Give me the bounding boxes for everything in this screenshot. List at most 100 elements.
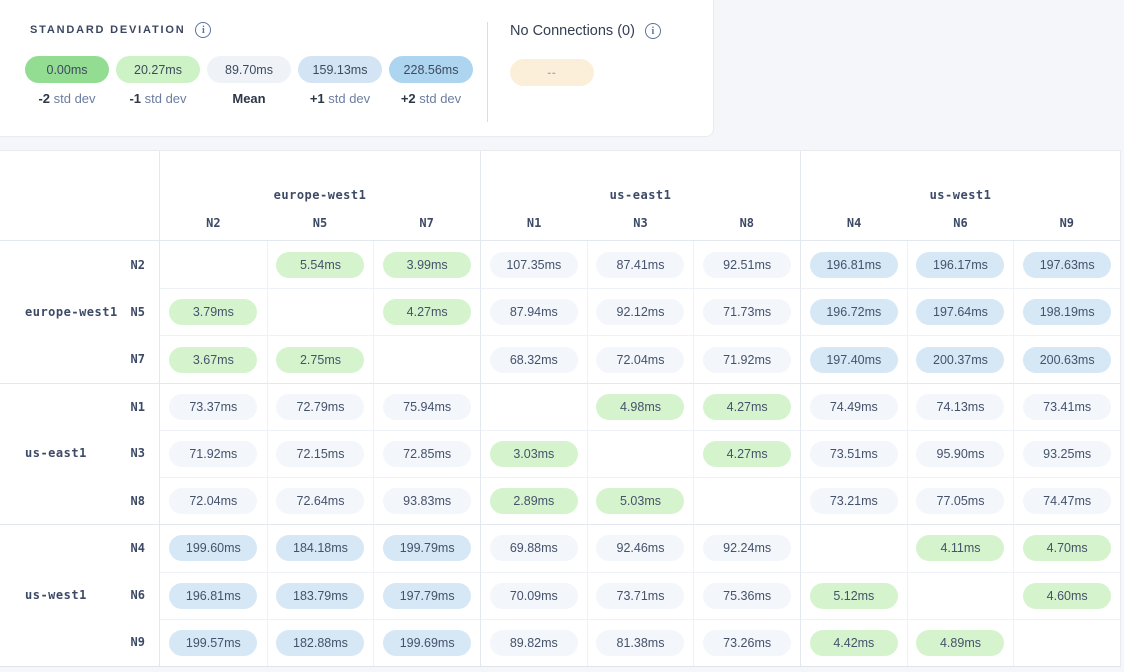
- latency-pill[interactable]: 200.37ms: [916, 347, 1004, 373]
- latency-cell: 72.79ms: [267, 383, 374, 430]
- latency-pill[interactable]: 5.54ms: [276, 252, 364, 278]
- latency-pill[interactable]: 72.64ms: [276, 488, 364, 514]
- latency-pill[interactable]: 87.41ms: [596, 252, 684, 278]
- latency-pill[interactable]: 183.79ms: [276, 583, 364, 609]
- latency-pill[interactable]: 73.21ms: [810, 488, 898, 514]
- latency-pill[interactable]: 196.17ms: [916, 252, 1004, 278]
- latency-pill[interactable]: 197.40ms: [810, 347, 898, 373]
- latency-pill[interactable]: 70.09ms: [490, 583, 578, 609]
- latency-pill[interactable]: 196.81ms: [810, 252, 898, 278]
- latency-pill[interactable]: 197.64ms: [916, 299, 1004, 325]
- latency-cell: 75.94ms: [373, 383, 480, 430]
- latency-pill[interactable]: 3.03ms: [490, 441, 578, 467]
- latency-cell: 4.27ms: [693, 383, 800, 430]
- latency-cell: 72.04ms: [587, 335, 694, 382]
- latency-cell: 4.42ms: [800, 619, 907, 666]
- latency-pill[interactable]: 4.27ms: [383, 299, 471, 325]
- latency-pill[interactable]: 73.41ms: [1023, 394, 1111, 420]
- column-node-labels: N2N5N7: [160, 216, 480, 230]
- latency-cell: 72.64ms: [267, 477, 374, 524]
- latency-pill[interactable]: 4.98ms: [596, 394, 684, 420]
- latency-cell-self: [160, 241, 267, 288]
- latency-pill[interactable]: 197.63ms: [1023, 252, 1111, 278]
- latency-pill[interactable]: 4.70ms: [1023, 535, 1111, 561]
- latency-pill[interactable]: 72.04ms: [169, 488, 257, 514]
- column-group-europe-west1: europe-west1N2N5N7: [160, 151, 480, 241]
- latency-pill[interactable]: 77.05ms: [916, 488, 1004, 514]
- latency-cell: 200.37ms: [907, 335, 1014, 382]
- column-node-label: N6: [907, 216, 1013, 230]
- latency-pill[interactable]: 199.57ms: [169, 630, 257, 656]
- latency-cell: 74.49ms: [800, 383, 907, 430]
- latency-pill[interactable]: 2.89ms: [490, 488, 578, 514]
- latency-pill[interactable]: 199.79ms: [383, 535, 471, 561]
- latency-pill[interactable]: 74.47ms: [1023, 488, 1111, 514]
- info-icon[interactable]: i: [195, 22, 211, 38]
- latency-pill[interactable]: 75.94ms: [383, 394, 471, 420]
- latency-pill[interactable]: 182.88ms: [276, 630, 364, 656]
- latency-pill[interactable]: 4.27ms: [703, 441, 791, 467]
- latency-cell: 92.51ms: [693, 241, 800, 288]
- latency-pill[interactable]: 3.67ms: [169, 347, 257, 373]
- latency-pill[interactable]: 72.04ms: [596, 347, 684, 373]
- latency-cell: 5.54ms: [267, 241, 374, 288]
- row-node-label: N3: [131, 446, 145, 460]
- latency-pill[interactable]: 89.82ms: [490, 630, 578, 656]
- latency-pill[interactable]: 197.79ms: [383, 583, 471, 609]
- latency-cell: 73.41ms: [1013, 383, 1120, 430]
- latency-pill[interactable]: 92.24ms: [703, 535, 791, 561]
- latency-pill[interactable]: 107.35ms: [490, 252, 578, 278]
- info-icon[interactable]: i: [645, 23, 661, 39]
- latency-pill[interactable]: 72.79ms: [276, 394, 364, 420]
- latency-pill[interactable]: 199.69ms: [383, 630, 471, 656]
- latency-pill[interactable]: 68.32ms: [490, 347, 578, 373]
- latency-pill[interactable]: 198.19ms: [1023, 299, 1111, 325]
- latency-pill[interactable]: 72.15ms: [276, 441, 364, 467]
- latency-cell-self: [693, 477, 800, 524]
- latency-pill[interactable]: 92.46ms: [596, 535, 684, 561]
- latency-pill[interactable]: 71.92ms: [703, 347, 791, 373]
- latency-pill[interactable]: 4.42ms: [810, 630, 898, 656]
- latency-pill[interactable]: 184.18ms: [276, 535, 364, 561]
- latency-pill[interactable]: 93.25ms: [1023, 441, 1111, 467]
- latency-cell: 199.57ms: [160, 619, 267, 666]
- latency-pill[interactable]: 200.63ms: [1023, 347, 1111, 373]
- latency-pill[interactable]: 4.11ms: [916, 535, 1004, 561]
- latency-pill[interactable]: 74.49ms: [810, 394, 898, 420]
- latency-pill[interactable]: 74.13ms: [916, 394, 1004, 420]
- latency-pill[interactable]: 93.83ms: [383, 488, 471, 514]
- latency-pill[interactable]: 69.88ms: [490, 535, 578, 561]
- latency-pill[interactable]: 4.89ms: [916, 630, 1004, 656]
- latency-pill[interactable]: 73.51ms: [810, 441, 898, 467]
- latency-pill[interactable]: 3.99ms: [383, 252, 471, 278]
- latency-pill[interactable]: 87.94ms: [490, 299, 578, 325]
- latency-pill[interactable]: 3.79ms: [169, 299, 257, 325]
- latency-pill[interactable]: 4.27ms: [703, 394, 791, 420]
- latency-pill[interactable]: 92.12ms: [596, 299, 684, 325]
- latency-pill[interactable]: 72.85ms: [383, 441, 471, 467]
- latency-pill[interactable]: 5.12ms: [810, 583, 898, 609]
- latency-pill[interactable]: 73.26ms: [703, 630, 791, 656]
- latency-pill[interactable]: 2.75ms: [276, 347, 364, 373]
- latency-cell-self: [267, 288, 374, 335]
- latency-pill[interactable]: 75.36ms: [703, 583, 791, 609]
- latency-cell: 77.05ms: [907, 477, 1014, 524]
- legend-divider: [487, 22, 488, 122]
- latency-pill[interactable]: 92.51ms: [703, 252, 791, 278]
- latency-pill[interactable]: 196.81ms: [169, 583, 257, 609]
- latency-pill[interactable]: 71.92ms: [169, 441, 257, 467]
- latency-cell: 73.51ms: [800, 430, 907, 477]
- latency-cell-self: [480, 383, 587, 430]
- legend-title-row: STANDARD DEVIATION i: [30, 22, 211, 38]
- latency-pill[interactable]: 73.37ms: [169, 394, 257, 420]
- latency-pill[interactable]: 71.73ms: [703, 299, 791, 325]
- row-header: europe-west1N5: [0, 288, 160, 335]
- latency-pill[interactable]: 196.72ms: [810, 299, 898, 325]
- latency-pill[interactable]: 5.03ms: [596, 488, 684, 514]
- latency-pill[interactable]: 4.60ms: [1023, 583, 1111, 609]
- latency-pill[interactable]: 95.90ms: [916, 441, 1004, 467]
- latency-pill[interactable]: 73.71ms: [596, 583, 684, 609]
- latency-pill[interactable]: 81.38ms: [596, 630, 684, 656]
- latency-pill[interactable]: 199.60ms: [169, 535, 257, 561]
- latency-cell-self: [587, 430, 694, 477]
